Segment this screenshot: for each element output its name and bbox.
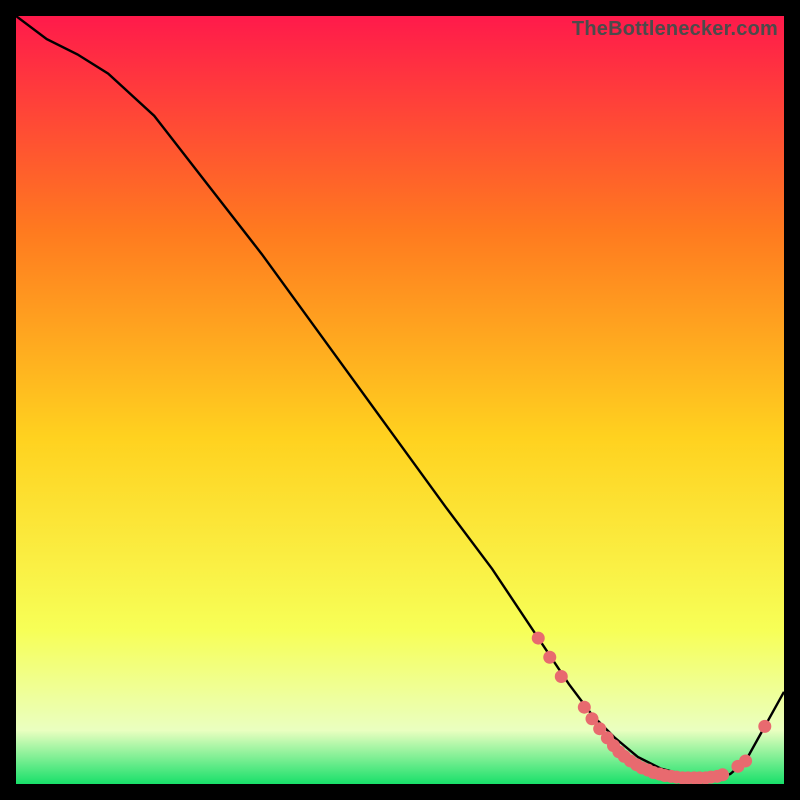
curve-dot	[739, 754, 752, 767]
curve-dot	[578, 701, 591, 714]
curve-dot	[543, 651, 556, 664]
curve-dot	[555, 670, 568, 683]
curve-dot	[758, 720, 771, 733]
chart-frame: TheBottlenecker.com	[16, 16, 784, 784]
curve-dot	[716, 768, 729, 781]
curve-dot	[532, 632, 545, 645]
bottleneck-chart	[16, 16, 784, 784]
gradient-background	[16, 16, 784, 784]
watermark-text: TheBottlenecker.com	[572, 18, 778, 41]
